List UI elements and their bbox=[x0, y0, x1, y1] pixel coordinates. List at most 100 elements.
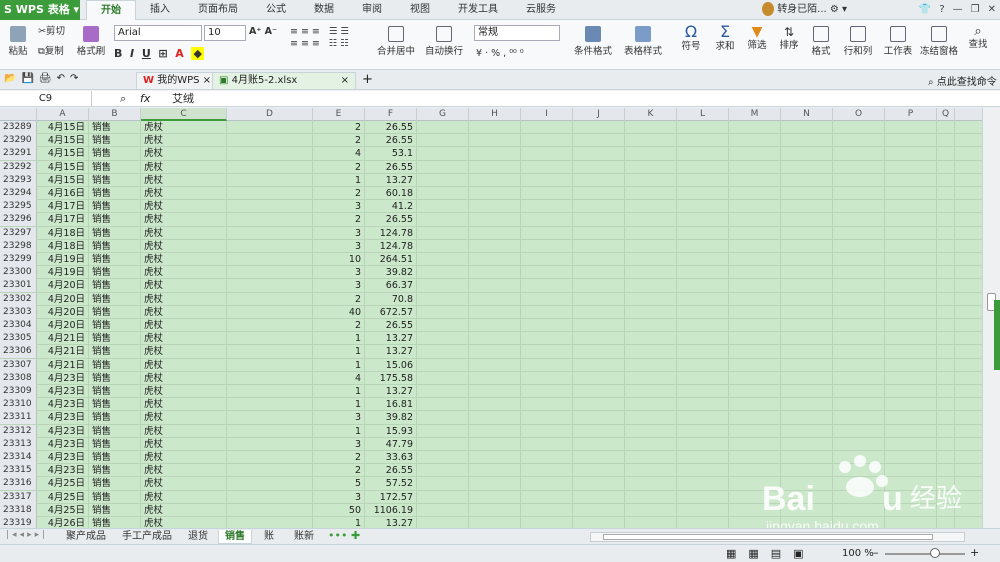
table-cell[interactable]: 虎杖 bbox=[141, 160, 227, 174]
table-cell[interactable]: 2 bbox=[313, 319, 365, 332]
table-cell[interactable]: 1 bbox=[313, 424, 365, 438]
table-cell[interactable]: 26.55 bbox=[365, 160, 417, 174]
table-cell[interactable]: 虎杖 bbox=[141, 200, 227, 214]
new-tab-icon[interactable]: + bbox=[362, 72, 373, 87]
table-cell[interactable]: 4月25日 bbox=[37, 477, 89, 491]
table-cell[interactable]: 2 bbox=[313, 160, 365, 174]
table-cell[interactable]: 销售 bbox=[89, 358, 141, 372]
column-header-k[interactable]: K bbox=[625, 108, 677, 121]
menu-developer[interactable]: 开发工具 bbox=[444, 0, 512, 20]
table-cell[interactable]: 16.81 bbox=[365, 398, 417, 412]
table-cell[interactable]: 虎杖 bbox=[141, 279, 227, 293]
table-cell[interactable]: 2 bbox=[313, 187, 365, 200]
table-cell[interactable]: 虎杖 bbox=[141, 253, 227, 266]
table-cell[interactable]: 26.55 bbox=[365, 464, 417, 478]
table-cell[interactable]: 4月25日 bbox=[37, 503, 89, 517]
help-icon[interactable]: ? bbox=[939, 0, 944, 20]
table-cell[interactable]: 4 bbox=[313, 371, 365, 385]
table-cell[interactable]: 虎杖 bbox=[141, 134, 227, 148]
tab-my-wps[interactable]: W 我的WPS × bbox=[136, 72, 219, 89]
menu-view[interactable]: 视图 bbox=[396, 0, 444, 20]
table-cell[interactable]: 销售 bbox=[89, 305, 141, 319]
table-cell[interactable]: 销售 bbox=[89, 437, 141, 451]
table-cell[interactable]: 虎杖 bbox=[141, 517, 227, 528]
table-cell[interactable]: 3 bbox=[313, 279, 365, 293]
table-cell[interactable]: 26.55 bbox=[365, 213, 417, 227]
fx-label[interactable]: fx bbox=[140, 92, 150, 105]
format-painter-button[interactable]: 格式刷 bbox=[76, 26, 106, 58]
table-cell[interactable]: 销售 bbox=[89, 385, 141, 398]
column-header-c[interactable]: C bbox=[141, 108, 227, 121]
row-number[interactable]: 23309 bbox=[0, 385, 37, 398]
close-icon[interactable]: × bbox=[341, 73, 349, 89]
table-cell[interactable]: 13.27 bbox=[365, 385, 417, 398]
table-cell[interactable]: 虎杖 bbox=[141, 305, 227, 319]
table-cell[interactable]: 2 bbox=[313, 121, 365, 134]
horizontal-scroll-thumb[interactable] bbox=[603, 534, 933, 540]
table-cell[interactable]: 虎杖 bbox=[141, 451, 227, 464]
menu-cloud[interactable]: 云服务 bbox=[512, 0, 570, 20]
table-cell[interactable]: 4月15日 bbox=[37, 173, 89, 187]
table-cell[interactable]: 3 bbox=[313, 490, 365, 504]
row-number[interactable]: 23305 bbox=[0, 332, 37, 346]
table-cell[interactable]: 1 bbox=[313, 173, 365, 187]
row-number[interactable]: 23289 bbox=[0, 121, 37, 134]
table-cell[interactable]: 15.06 bbox=[365, 358, 417, 372]
column-header-b[interactable]: B bbox=[89, 108, 141, 121]
table-cell[interactable]: 虎杖 bbox=[141, 477, 227, 491]
column-header-l[interactable]: L bbox=[677, 108, 729, 121]
row-number[interactable]: 23292 bbox=[0, 160, 37, 174]
wrap-text-button[interactable]: 自动换行 bbox=[424, 26, 464, 58]
row-number[interactable]: 23306 bbox=[0, 345, 37, 359]
table-cell[interactable]: 41.2 bbox=[365, 200, 417, 214]
format-button[interactable]: 格式 bbox=[806, 26, 836, 58]
table-cell[interactable]: 4月15日 bbox=[37, 134, 89, 148]
column-header-f[interactable]: F bbox=[365, 108, 417, 121]
table-cell[interactable]: 销售 bbox=[89, 451, 141, 464]
table-cell[interactable]: 13.27 bbox=[365, 332, 417, 346]
table-cell[interactable]: 3 bbox=[313, 266, 365, 280]
table-cell[interactable]: 虎杖 bbox=[141, 385, 227, 398]
column-header-q[interactable]: Q bbox=[937, 108, 955, 121]
table-cell[interactable]: 4月23日 bbox=[37, 437, 89, 451]
table-cell[interactable]: 4月20日 bbox=[37, 292, 89, 306]
table-cell[interactable]: 销售 bbox=[89, 160, 141, 174]
table-cell[interactable]: 4月23日 bbox=[37, 464, 89, 478]
sheet-tab[interactable]: 聚产成品 bbox=[60, 530, 112, 544]
close-icon[interactable]: × bbox=[203, 75, 211, 86]
table-cell[interactable]: 虎杖 bbox=[141, 358, 227, 372]
tab-workbook[interactable]: ▣ 4月账5-2.xlsx × bbox=[212, 72, 356, 89]
table-cell[interactable]: 4 bbox=[313, 147, 365, 161]
menu-insert[interactable]: 插入 bbox=[136, 0, 184, 20]
sheet-tab-active[interactable]: 销售 bbox=[218, 530, 252, 544]
search-command[interactable]: ⌕ 点此查找命令 bbox=[928, 73, 997, 88]
table-cell[interactable]: 4月23日 bbox=[37, 385, 89, 398]
table-cell[interactable]: 4月21日 bbox=[37, 332, 89, 346]
table-cell[interactable]: 10 bbox=[313, 253, 365, 266]
zoom-icon[interactable]: ⌕ bbox=[120, 92, 126, 106]
menu-formula[interactable]: 公式 bbox=[252, 0, 300, 20]
zoom-slider[interactable] bbox=[885, 553, 965, 555]
table-cell[interactable]: 销售 bbox=[89, 517, 141, 528]
table-cell[interactable]: 4月15日 bbox=[37, 160, 89, 174]
row-number[interactable]: 23318 bbox=[0, 503, 37, 517]
menu-home[interactable]: 开始 bbox=[86, 0, 136, 20]
row-number[interactable]: 23303 bbox=[0, 305, 37, 319]
table-cell[interactable]: 2 bbox=[313, 451, 365, 464]
number-format-buttons[interactable]: ¥ · % , ⁰⁰ ⁰ bbox=[476, 48, 566, 60]
row-number[interactable]: 23316 bbox=[0, 477, 37, 491]
table-cell[interactable]: 3 bbox=[313, 200, 365, 214]
table-cell[interactable]: 53.1 bbox=[365, 147, 417, 161]
conditional-format-button[interactable]: 条件格式 bbox=[570, 26, 616, 58]
column-header-j[interactable]: J bbox=[573, 108, 625, 121]
table-cell[interactable]: 60.18 bbox=[365, 187, 417, 200]
table-cell[interactable]: 2 bbox=[313, 292, 365, 306]
table-cell[interactable]: 1 bbox=[313, 358, 365, 372]
table-cell[interactable]: 3 bbox=[313, 226, 365, 240]
filter-button[interactable]: ▼ 筛选 bbox=[742, 25, 772, 52]
table-cell[interactable]: 销售 bbox=[89, 424, 141, 438]
view-mode-icons[interactable]: ▦▦▤▣ bbox=[726, 547, 816, 560]
table-cell[interactable]: 50 bbox=[313, 503, 365, 517]
table-cell[interactable]: 虎杖 bbox=[141, 187, 227, 200]
row-number[interactable]: 23317 bbox=[0, 490, 37, 504]
